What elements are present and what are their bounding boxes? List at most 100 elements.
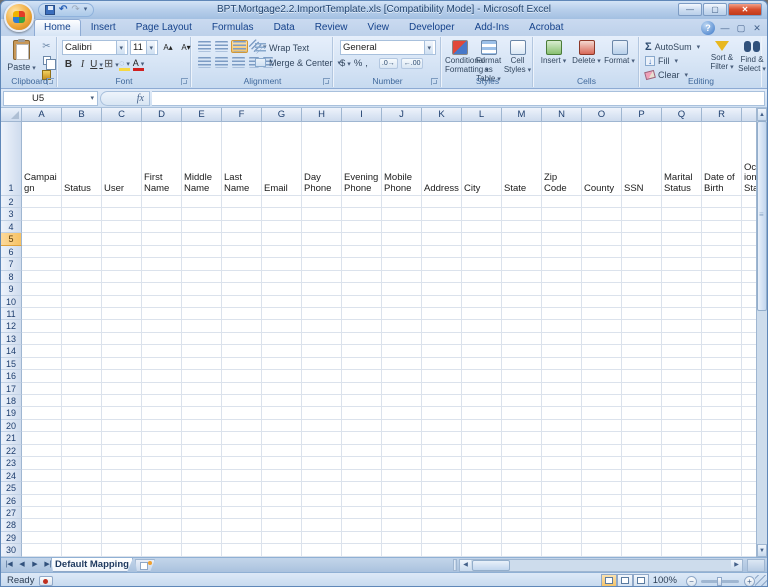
zoom-in-button[interactable]: + xyxy=(744,576,755,587)
grow-font-button[interactable]: A▴ xyxy=(160,40,176,55)
merge-center-button[interactable]: Merge & Center xyxy=(255,55,341,70)
clipboard-dialog-launcher[interactable] xyxy=(47,78,54,85)
column-header-H[interactable]: H xyxy=(302,108,342,122)
row-header-21[interactable]: 21 xyxy=(1,432,22,444)
grid-row-8[interactable] xyxy=(22,271,758,283)
resize-grip[interactable] xyxy=(755,575,767,587)
name-box-dropdown-icon[interactable]: ▾ xyxy=(90,94,97,102)
workbook-minimize-button[interactable]: — xyxy=(719,22,731,34)
column-header-P[interactable]: P xyxy=(622,108,662,122)
column-header-J[interactable]: J xyxy=(382,108,422,122)
column-header-L[interactable]: L xyxy=(462,108,502,122)
grid-row-27[interactable] xyxy=(22,507,758,519)
horizontal-scrollbar[interactable]: ◀ ▶ xyxy=(459,559,743,572)
cell-C1[interactable]: User xyxy=(102,122,142,196)
ribbon-tab-acrobat[interactable]: Acrobat xyxy=(519,19,573,36)
accounting-format-button[interactable]: $ xyxy=(340,58,351,69)
close-button[interactable]: ✕ xyxy=(728,3,762,16)
page-layout-view-button[interactable] xyxy=(617,574,633,587)
font-color-button[interactable]: A xyxy=(132,58,145,72)
row-header-24[interactable]: 24 xyxy=(1,470,22,482)
cell-B1[interactable]: Status xyxy=(62,122,102,196)
grid-row-16[interactable] xyxy=(22,370,758,382)
ribbon-tab-developer[interactable]: Developer xyxy=(399,19,465,36)
column-header-N[interactable]: N xyxy=(542,108,582,122)
grid-row-23[interactable] xyxy=(22,457,758,469)
help-icon[interactable]: ? xyxy=(701,21,715,35)
column-header-A[interactable]: A xyxy=(22,108,62,122)
column-header-F[interactable]: F xyxy=(222,108,262,122)
column-header-M[interactable]: M xyxy=(502,108,542,122)
increase-decimal-button[interactable]: .0→ xyxy=(379,58,398,69)
horizontal-scroll-thumb[interactable] xyxy=(472,560,510,571)
grid-row-26[interactable] xyxy=(22,495,758,507)
column-header-G[interactable]: G xyxy=(262,108,302,122)
cell-H1[interactable]: Day Phone xyxy=(302,122,342,196)
column-header-K[interactable]: K xyxy=(422,108,462,122)
row-header-1[interactable]: 1 xyxy=(1,122,22,196)
restore-button[interactable]: ▢ xyxy=(703,3,727,16)
column-header-R[interactable]: R xyxy=(702,108,742,122)
grid-row-14[interactable] xyxy=(22,345,758,357)
font-size-combo[interactable]: 11▾ xyxy=(130,40,158,55)
ribbon-tab-formulas[interactable]: Formulas xyxy=(202,19,264,36)
cut-button[interactable]: ✂ xyxy=(39,40,54,53)
formula-input[interactable] xyxy=(152,91,765,106)
zoom-out-button[interactable]: − xyxy=(686,576,697,587)
row-header-6[interactable]: 6 xyxy=(1,246,22,258)
row-header-9[interactable]: 9 xyxy=(1,283,22,295)
scroll-up-icon[interactable]: ▲ xyxy=(757,108,767,121)
wrap-text-button[interactable]: Wrap Text xyxy=(255,40,341,55)
percent-style-button[interactable]: % xyxy=(354,58,362,69)
zoom-level[interactable]: 100% xyxy=(653,575,677,586)
grid-row-21[interactable] xyxy=(22,432,758,444)
scroll-down-icon[interactable]: ▼ xyxy=(757,544,767,557)
select-all-corner[interactable] xyxy=(1,108,22,122)
row-header-18[interactable]: 18 xyxy=(1,395,22,407)
zoom-slider-thumb[interactable] xyxy=(717,577,722,586)
row-header-3[interactable]: 3 xyxy=(1,208,22,220)
borders-button[interactable]: ⊞ xyxy=(104,58,117,72)
underline-button[interactable]: U xyxy=(90,58,103,72)
row-header-23[interactable]: 23 xyxy=(1,457,22,469)
grid-row-20[interactable] xyxy=(22,420,758,432)
bold-button[interactable]: B xyxy=(62,58,75,72)
row-header-5[interactable]: 5 xyxy=(1,233,22,245)
vertical-scrollbar[interactable]: ▲ ▼ xyxy=(756,108,767,557)
grid-row-22[interactable] xyxy=(22,445,758,457)
row-header-27[interactable]: 27 xyxy=(1,507,22,519)
row-header-11[interactable]: 11 xyxy=(1,308,22,320)
grid-row-13[interactable] xyxy=(22,333,758,345)
grid-row-6[interactable] xyxy=(22,246,758,258)
grid-row-15[interactable] xyxy=(22,358,758,370)
grid-row-5[interactable] xyxy=(22,233,758,245)
tab-split-handle[interactable] xyxy=(453,559,457,571)
grid-row-11[interactable] xyxy=(22,308,758,320)
cell-I1[interactable]: Evening Phone xyxy=(342,122,382,196)
grid-row-2[interactable] xyxy=(22,196,758,208)
align-center-button[interactable] xyxy=(214,56,229,69)
column-header-Q[interactable]: Q xyxy=(662,108,702,122)
cell-J1[interactable]: Mobile Phone xyxy=(382,122,422,196)
insert-function-button[interactable]: fx xyxy=(100,91,150,106)
ribbon-tab-view[interactable]: View xyxy=(357,19,399,36)
name-box[interactable]: U5▾ xyxy=(3,91,98,106)
office-button[interactable] xyxy=(4,2,34,32)
cells-format-button[interactable]: Format xyxy=(603,39,636,66)
column-header-E[interactable]: E xyxy=(182,108,222,122)
workbook-close-button[interactable]: ✕ xyxy=(751,22,763,34)
sort-filter-button[interactable]: Sort & Filter xyxy=(707,39,737,74)
row-header-14[interactable]: 14 xyxy=(1,345,22,357)
next-sheet-button[interactable]: ▶ xyxy=(29,559,41,571)
cell-K1[interactable]: Address xyxy=(422,122,462,196)
align-left-button[interactable] xyxy=(197,56,212,69)
column-header-I[interactable]: I xyxy=(342,108,382,122)
cell-A1[interactable]: Campaign xyxy=(22,122,62,196)
row-header-17[interactable]: 17 xyxy=(1,383,22,395)
row-header-22[interactable]: 22 xyxy=(1,445,22,457)
cell-G1[interactable]: Email xyxy=(262,122,302,196)
copy-button[interactable] xyxy=(39,54,54,67)
vertical-scroll-thumb[interactable] xyxy=(757,121,767,311)
sheet-tab-default-mapping[interactable]: Default Mapping xyxy=(51,558,133,572)
grid-row-10[interactable] xyxy=(22,296,758,308)
